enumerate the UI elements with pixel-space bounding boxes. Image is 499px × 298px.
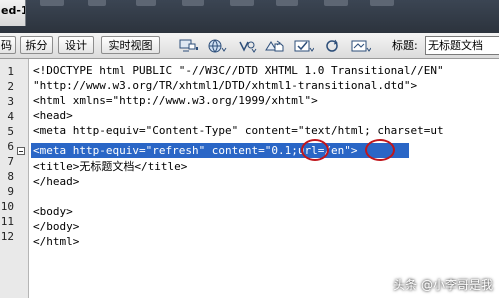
live-view-label: 实时视图 [108, 39, 153, 52]
globe-icon[interactable] [206, 37, 228, 54]
code-line: <html xmlns="http://www.w3.org/1999/xhtm… [33, 94, 318, 107]
code-line: "http://www.w3.org/TR/xhtml1/DTD/xhtml1-… [33, 79, 418, 92]
document-tab-strip: ed-1* [0, 0, 499, 33]
multiscreen-icon[interactable] [178, 37, 200, 54]
code-line: <body> [33, 205, 73, 218]
code-line: </html> [33, 235, 80, 248]
validate-icon[interactable] [293, 37, 315, 54]
line-number: 5 [7, 125, 14, 138]
split-view-label: 拆分 [25, 39, 48, 52]
code-line: <head> [33, 109, 73, 122]
document-title-field[interactable]: 无标题文档 [425, 36, 499, 55]
code-view-label: 码 [1, 39, 12, 52]
debug-icon[interactable] [236, 37, 258, 54]
file-management-icon[interactable] [264, 37, 286, 54]
code-line: <title>无标题文档</title> [33, 160, 188, 173]
line-number: 11 [0, 215, 14, 228]
watermark: 头条 @小李哥是我 [393, 278, 493, 292]
line-number: 7 [7, 155, 14, 168]
line-number: 4 [7, 110, 14, 123]
document-tab[interactable]: ed-1* [0, 0, 26, 26]
split-view-button[interactable]: 拆分 [20, 36, 53, 54]
code-line: <!DOCTYPE html PUBLIC "-//W3C//DTD XHTML… [33, 64, 444, 77]
refresh-icon[interactable] [322, 37, 344, 54]
design-view-button[interactable]: 设计 [58, 36, 94, 54]
code-line: <meta http-equiv="Content-Type" content=… [33, 124, 444, 137]
design-view-label: 设计 [65, 39, 87, 52]
line-number: 9 [7, 185, 14, 198]
code-editor[interactable]: <!DOCTYPE html PUBLIC "-//W3C//DTD XHTML… [29, 59, 499, 298]
visual-aids-icon[interactable] [350, 37, 372, 54]
line-number: 2 [7, 80, 14, 93]
document-tab-label: ed-1* [1, 4, 25, 17]
document-toolbar: 码 拆分 设计 实时视图 标题: 无标题文档 [0, 33, 499, 59]
line-number: 3 [7, 95, 14, 108]
code-line: </head> [33, 175, 80, 188]
title-label: 标题: [392, 39, 418, 52]
annotation-circle-delay [301, 139, 329, 161]
line-number: 12 [0, 230, 14, 243]
line-number-gutter: 1 2 3 4 5 6 7 8 9 10 11 12 [0, 59, 29, 298]
code-view-button[interactable]: 码 [0, 36, 16, 54]
line-number: 10 [0, 200, 14, 213]
code-line: </body> [33, 220, 80, 233]
line-number: 1 [7, 65, 14, 78]
collapse-line-icon[interactable] [17, 147, 25, 155]
annotation-circle-url [365, 139, 395, 161]
live-view-button[interactable]: 实时视图 [101, 36, 160, 54]
line-number: 6 [7, 140, 14, 153]
line-number: 8 [7, 170, 14, 183]
